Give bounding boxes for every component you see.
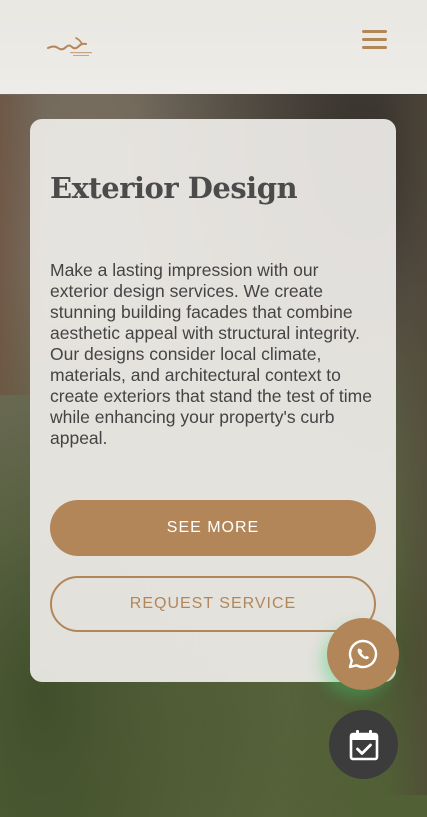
site-header [0, 0, 427, 94]
see-more-button[interactable]: SEE MORE [50, 500, 376, 556]
calendar-check-icon [349, 729, 378, 760]
brand-logo-icon[interactable] [46, 32, 94, 62]
whatsapp-button[interactable] [327, 618, 399, 690]
hamburger-menu-icon[interactable] [362, 30, 390, 54]
request-service-button[interactable]: REQUEST SERVICE [50, 576, 376, 632]
card-title: Exterior Design [50, 171, 298, 205]
service-card: Exterior Design Make a lasting impressio… [30, 119, 396, 682]
calendar-button[interactable] [329, 710, 398, 779]
card-description: Make a lasting impression with our exter… [50, 260, 372, 448]
whatsapp-icon [348, 639, 378, 669]
